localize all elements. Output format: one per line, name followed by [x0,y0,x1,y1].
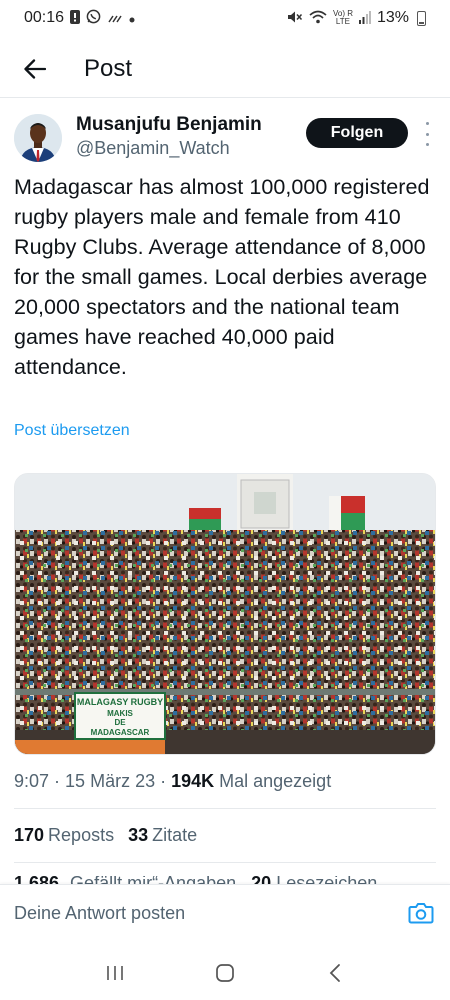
post-text: Madagascar has almost 100,000 registered… [14,175,430,379]
meta-separator: · [49,771,66,791]
banner-text-line4: MADAGASCAR [91,728,150,737]
system-nav-bar [0,946,450,1000]
meta-separator: · [155,771,172,791]
translate-link[interactable]: Post übersetzen [14,422,130,440]
camera-icon [408,903,434,924]
page-title: Post [84,54,133,82]
post-time: 9:07 [14,771,50,791]
home-button[interactable] [205,953,245,993]
more-dot [425,122,429,125]
post-meta: 9:07 · 15 März 23 · 194K Mal angezeigt [14,771,331,792]
reply-input[interactable]: Deine Antwort posten [14,903,185,924]
view-count: 194K [171,771,215,791]
quotes-stat[interactable]: 33 Zitate [128,825,197,846]
post-date: 15 März 23 [65,771,156,791]
avatar[interactable] [14,114,62,162]
battery-icon [417,10,426,26]
banner-text-line2: MAKIS [107,709,133,718]
back-button[interactable] [12,46,58,92]
status-left: 00:16 [24,9,135,27]
recent-apps-button[interactable] [95,953,135,993]
author-row: Musanjufu Benjamin @Benjamin_Watch Folge… [0,112,450,168]
top-app-bar: Post [0,40,450,98]
engagement-stats: 170 Reposts 33 Zitate [14,825,197,846]
reposts-stat[interactable]: 170 Reposts [14,825,114,846]
divider [14,862,436,863]
notification-alert-icon [70,9,81,27]
recent-apps-icon [107,966,123,980]
status-bar: 00:16 Vo) R LTE 13% [0,0,450,36]
home-icon [216,964,234,982]
wifi-calling-icon [107,10,123,27]
banner-text-line3: DE [114,718,126,727]
author-handle[interactable]: @Benjamin_Watch [76,138,230,159]
follow-button[interactable]: Folgen [306,118,408,148]
status-time: 00:16 [24,9,65,26]
system-back-button[interactable] [315,953,355,993]
wifi-icon [309,10,327,27]
post-image[interactable]: MALAGASY RUGBY MAKIS DE MADAGASCAR [14,473,436,755]
reposts-label: Reposts [48,825,115,845]
arrow-left-icon [24,58,46,79]
stadium-crowd-image: MALAGASY RUGBY MAKIS DE MADAGASCAR [15,474,435,754]
camera-button[interactable] [408,901,436,929]
chevron-left-icon [329,964,340,982]
dot-icon [129,11,135,26]
divider [14,808,436,809]
lte-icon: Vo) R LTE [332,9,353,26]
view-label: Mal angezeigt [214,771,332,791]
more-dot [425,143,429,146]
more-options-icon[interactable] [420,122,434,146]
reposts-count: 170 [14,825,45,845]
battery-percent: 13% [376,9,409,26]
banner-text-line1: MALAGASY RUGBY [77,697,163,707]
signal-icon [358,10,371,27]
reply-bar: Deine Antwort posten [0,884,450,946]
whatsapp-icon [86,9,101,27]
mute-icon [287,10,303,27]
quotes-count: 33 [128,825,149,845]
status-right: Vo) R LTE 13% [287,9,426,27]
author-name[interactable]: Musanjufu Benjamin [76,114,262,136]
more-dot [425,132,429,136]
quotes-label: Zitate [152,825,198,845]
